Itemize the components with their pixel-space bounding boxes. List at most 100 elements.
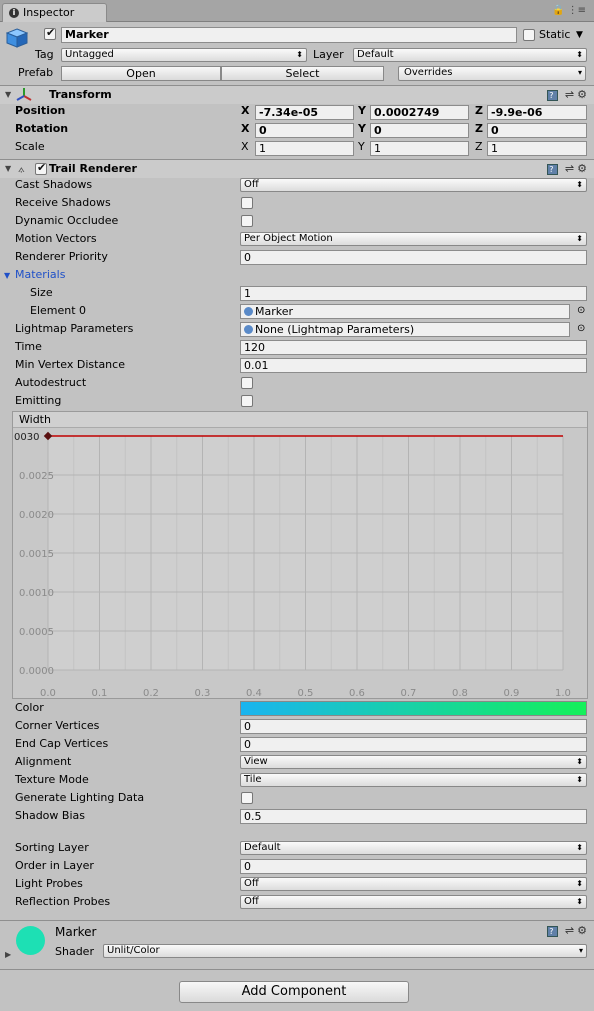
width-curve-chart[interactable]: 0.0000 0.0005 0.0010 0.0015 0.0020 0.0025 0.0 0… <box>13 428 587 698</box>
scale-z-field[interactable]: 1 <box>487 141 587 156</box>
dynamic-occludee-label: Dynamic Occludee <box>15 214 119 227</box>
tab-menu-icons[interactable]: 🔒 ⋮≡ <box>552 5 586 16</box>
width-curve-header: Width <box>13 412 587 428</box>
time-label: Time <box>15 340 42 353</box>
trail-renderer-enabled-checkbox[interactable] <box>35 161 47 175</box>
position-z-axis-label[interactable]: Z <box>475 104 483 118</box>
scale-x-axis-label[interactable]: X <box>241 140 249 154</box>
reflection-probes-value: Off <box>244 896 259 907</box>
tag-dropdown[interactable]: Untagged ⬍ <box>61 48 307 62</box>
element-0-object-field[interactable]: Marker <box>240 304 570 319</box>
component-header-icons[interactable]: ? ⇌⚙ <box>547 924 590 937</box>
y-tick-label: 0.0025 <box>19 471 54 482</box>
dropdown-arrow-icon: ⬍ <box>576 234 583 243</box>
scale-z-axis-label[interactable]: Z <box>475 140 483 154</box>
help-book-icon[interactable]: ? <box>547 926 559 937</box>
scale-y-field[interactable]: 1 <box>370 141 469 156</box>
scale-y-axis-label[interactable]: Y <box>358 140 365 154</box>
layer-label: Layer <box>313 48 344 61</box>
add-component-button[interactable]: Add Component <box>179 981 409 1003</box>
rotation-z-field[interactable]: 0 <box>487 123 587 138</box>
foldout-arrow-icon[interactable]: ▼ <box>5 164 11 173</box>
layer-dropdown[interactable]: Default ⬍ <box>353 48 587 62</box>
light-probes-dropdown[interactable]: Off ⬍ <box>240 877 587 891</box>
cast-shadows-dropdown[interactable]: Off ⬍ <box>240 178 587 192</box>
foldout-arrow-icon[interactable]: ▼ <box>4 271 10 280</box>
presets-icon[interactable]: ⇌ <box>565 162 577 175</box>
tab-inspector[interactable]: i Inspector <box>2 3 107 22</box>
static-checkbox[interactable] <box>523 29 535 41</box>
layer-value: Default <box>357 49 394 60</box>
rotation-x-field[interactable]: 0 <box>255 123 354 138</box>
material-asset-icon <box>244 307 253 316</box>
trail-renderer-icon: ⟑ <box>18 162 25 175</box>
settings-gear-icon[interactable]: ⚙ <box>577 88 590 101</box>
reflection-probes-dropdown[interactable]: Off ⬍ <box>240 895 587 909</box>
component-header-icons[interactable]: ? ⇌⚙ <box>547 88 590 101</box>
position-y-axis-label[interactable]: Y <box>358 104 366 118</box>
component-header-icons[interactable]: ? ⇌⚙ <box>547 162 590 175</box>
renderer-priority-field[interactable]: 0 <box>240 250 587 265</box>
x-tick-label: 0.5 <box>298 688 314 698</box>
autodestruct-label: Autodestruct <box>15 376 87 389</box>
presets-icon[interactable]: ⇌ <box>565 924 577 937</box>
lightmap-parameters-object-field[interactable]: None (Lightmap Parameters) <box>240 322 570 337</box>
min-vertex-distance-field[interactable]: 0.01 <box>240 358 587 373</box>
tag-value: Untagged <box>65 49 114 60</box>
prefab-select-button[interactable]: Select <box>221 66 384 81</box>
generate-lighting-data-checkbox[interactable] <box>241 792 253 804</box>
motion-vectors-dropdown[interactable]: Per Object Motion ⬍ <box>240 232 587 246</box>
help-book-icon[interactable]: ? <box>547 164 559 175</box>
receive-shadows-label: Receive Shadows <box>15 196 111 209</box>
time-field[interactable]: 120 <box>240 340 587 355</box>
settings-gear-icon[interactable]: ⚙ <box>577 924 590 937</box>
shadow-bias-field[interactable]: 0.5 <box>240 809 587 824</box>
order-in-layer-field[interactable]: 0 <box>240 859 587 874</box>
rotation-x-axis-label[interactable]: X <box>241 122 249 136</box>
x-tick-label: 1.0 <box>555 688 571 698</box>
static-dropdown-arrow-icon[interactable]: ▼ <box>576 28 583 42</box>
position-x-field[interactable]: -7.34e-05 <box>255 105 354 120</box>
scale-label: Scale <box>15 140 45 153</box>
object-name-field[interactable]: Marker <box>61 27 517 43</box>
dynamic-occludee-checkbox[interactable] <box>241 215 253 227</box>
trail-renderer-header[interactable]: ▼ ⟑ Trail Renderer ? ⇌⚙ <box>0 160 594 178</box>
foldout-arrow-icon[interactable]: ▶ <box>5 950 11 959</box>
position-x-axis-label[interactable]: X <box>241 104 249 118</box>
shader-dropdown[interactable]: Unlit/Color ▾ <box>103 944 587 958</box>
overrides-label: Overrides <box>404 67 453 78</box>
order-in-layer-label: Order in Layer <box>15 859 94 872</box>
receive-shadows-checkbox[interactable] <box>241 197 253 209</box>
end-cap-vertices-field[interactable]: 0 <box>240 737 587 752</box>
corner-vertices-field[interactable]: 0 <box>240 719 587 734</box>
rotation-y-field[interactable]: 0 <box>370 123 469 138</box>
prefab-open-button[interactable]: Open <box>61 66 221 81</box>
size-label: Size <box>30 286 53 299</box>
active-checkbox[interactable] <box>44 26 56 40</box>
position-z-field[interactable]: -9.9e-06 <box>487 105 587 120</box>
generate-lighting-data-label: Generate Lighting Data <box>15 791 145 804</box>
rotation-y-axis-label[interactable]: Y <box>358 122 366 136</box>
dropdown-arrow-icon: ⬍ <box>576 775 583 784</box>
position-y-field[interactable]: 0.0002749 <box>370 105 469 120</box>
scale-x-field[interactable]: 1 <box>255 141 354 156</box>
x-tick-label: 0.2 <box>143 688 159 698</box>
help-book-icon[interactable]: ? <box>547 90 559 101</box>
material-asset-icon <box>244 325 253 334</box>
foldout-arrow-icon[interactable]: ▼ <box>5 90 11 99</box>
emitting-checkbox[interactable] <box>241 395 253 407</box>
object-picker-icon[interactable]: ⊙ <box>577 322 585 336</box>
size-field[interactable]: 1 <box>240 286 587 301</box>
autodestruct-checkbox[interactable] <box>241 377 253 389</box>
object-picker-icon[interactable]: ⊙ <box>577 304 585 318</box>
color-gradient-field[interactable] <box>240 701 587 716</box>
texture-mode-dropdown[interactable]: Tile ⬍ <box>240 773 587 787</box>
sorting-layer-dropdown[interactable]: Default ⬍ <box>240 841 587 855</box>
presets-icon[interactable]: ⇌ <box>565 88 577 101</box>
prefab-overrides-dropdown[interactable]: Overrides ▾ <box>398 66 586 81</box>
transform-header[interactable]: ▼ Transform ? ⇌⚙ <box>0 86 594 104</box>
settings-gear-icon[interactable]: ⚙ <box>577 162 590 175</box>
alignment-dropdown[interactable]: View ⬍ <box>240 755 587 769</box>
cast-shadows-label: Cast Shadows <box>15 178 93 191</box>
rotation-z-axis-label[interactable]: Z <box>475 122 483 136</box>
